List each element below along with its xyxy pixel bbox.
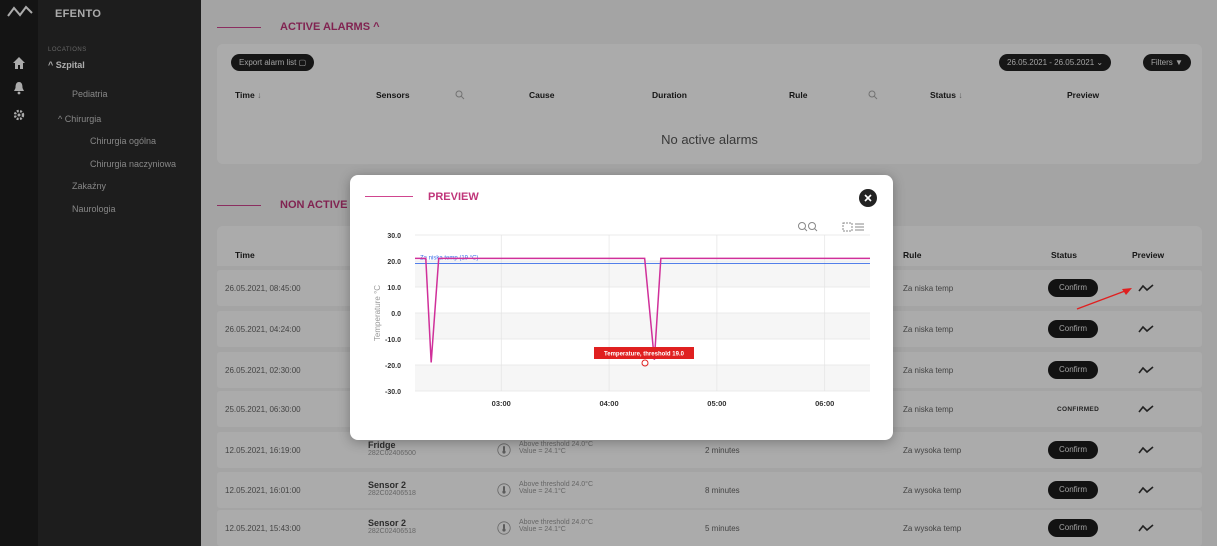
x-tick-label: 05:00 xyxy=(707,399,726,408)
grid-band xyxy=(415,365,870,391)
x-tick-label: 03:00 xyxy=(492,399,511,408)
zoom-in-out-icon[interactable] xyxy=(798,222,818,232)
temperature-chart: 30.0 20.0 10.0 0.0 -10.0 -20.0 -30.0 03:00 04:0… xyxy=(373,222,870,408)
y-tick-label: -30.0 xyxy=(385,389,401,396)
grid-band xyxy=(415,313,870,339)
annotation-arrow-icon xyxy=(1076,288,1132,310)
grid-band xyxy=(415,261,870,287)
app-root: EFENTO LOCATIONS ^ Szpital Pediatria ^ C… xyxy=(0,0,1217,546)
y-tick-label: -10.0 xyxy=(385,337,401,344)
reset-zoom-menu-icon[interactable] xyxy=(842,222,864,232)
x-tick-label: 06:00 xyxy=(815,399,834,408)
x-axis-ticks: 03:00 04:00 05:00 06:00 xyxy=(492,399,835,408)
y-axis-label: Temperature °C xyxy=(373,285,382,341)
preview-modal: PREVIEW 30.0 20.0 10.0 0.0 -10.0 -20.0 -30.0 0… xyxy=(350,175,893,440)
x-tick-label: 04:00 xyxy=(599,399,618,408)
y-tick-label: 10.0 xyxy=(387,285,401,292)
y-tick-label: -20.0 xyxy=(385,363,401,370)
y-axis-ticks: 30.0 20.0 10.0 0.0 -10.0 -20.0 -30.0 xyxy=(385,233,401,396)
y-tick-label: 0.0 xyxy=(391,311,401,318)
y-tick-label: 20.0 xyxy=(387,259,401,266)
tooltip-text: Temperature, threshold 19.0 xyxy=(604,352,685,358)
y-tick-label: 30.0 xyxy=(387,233,401,240)
zoom-controls xyxy=(798,222,864,232)
